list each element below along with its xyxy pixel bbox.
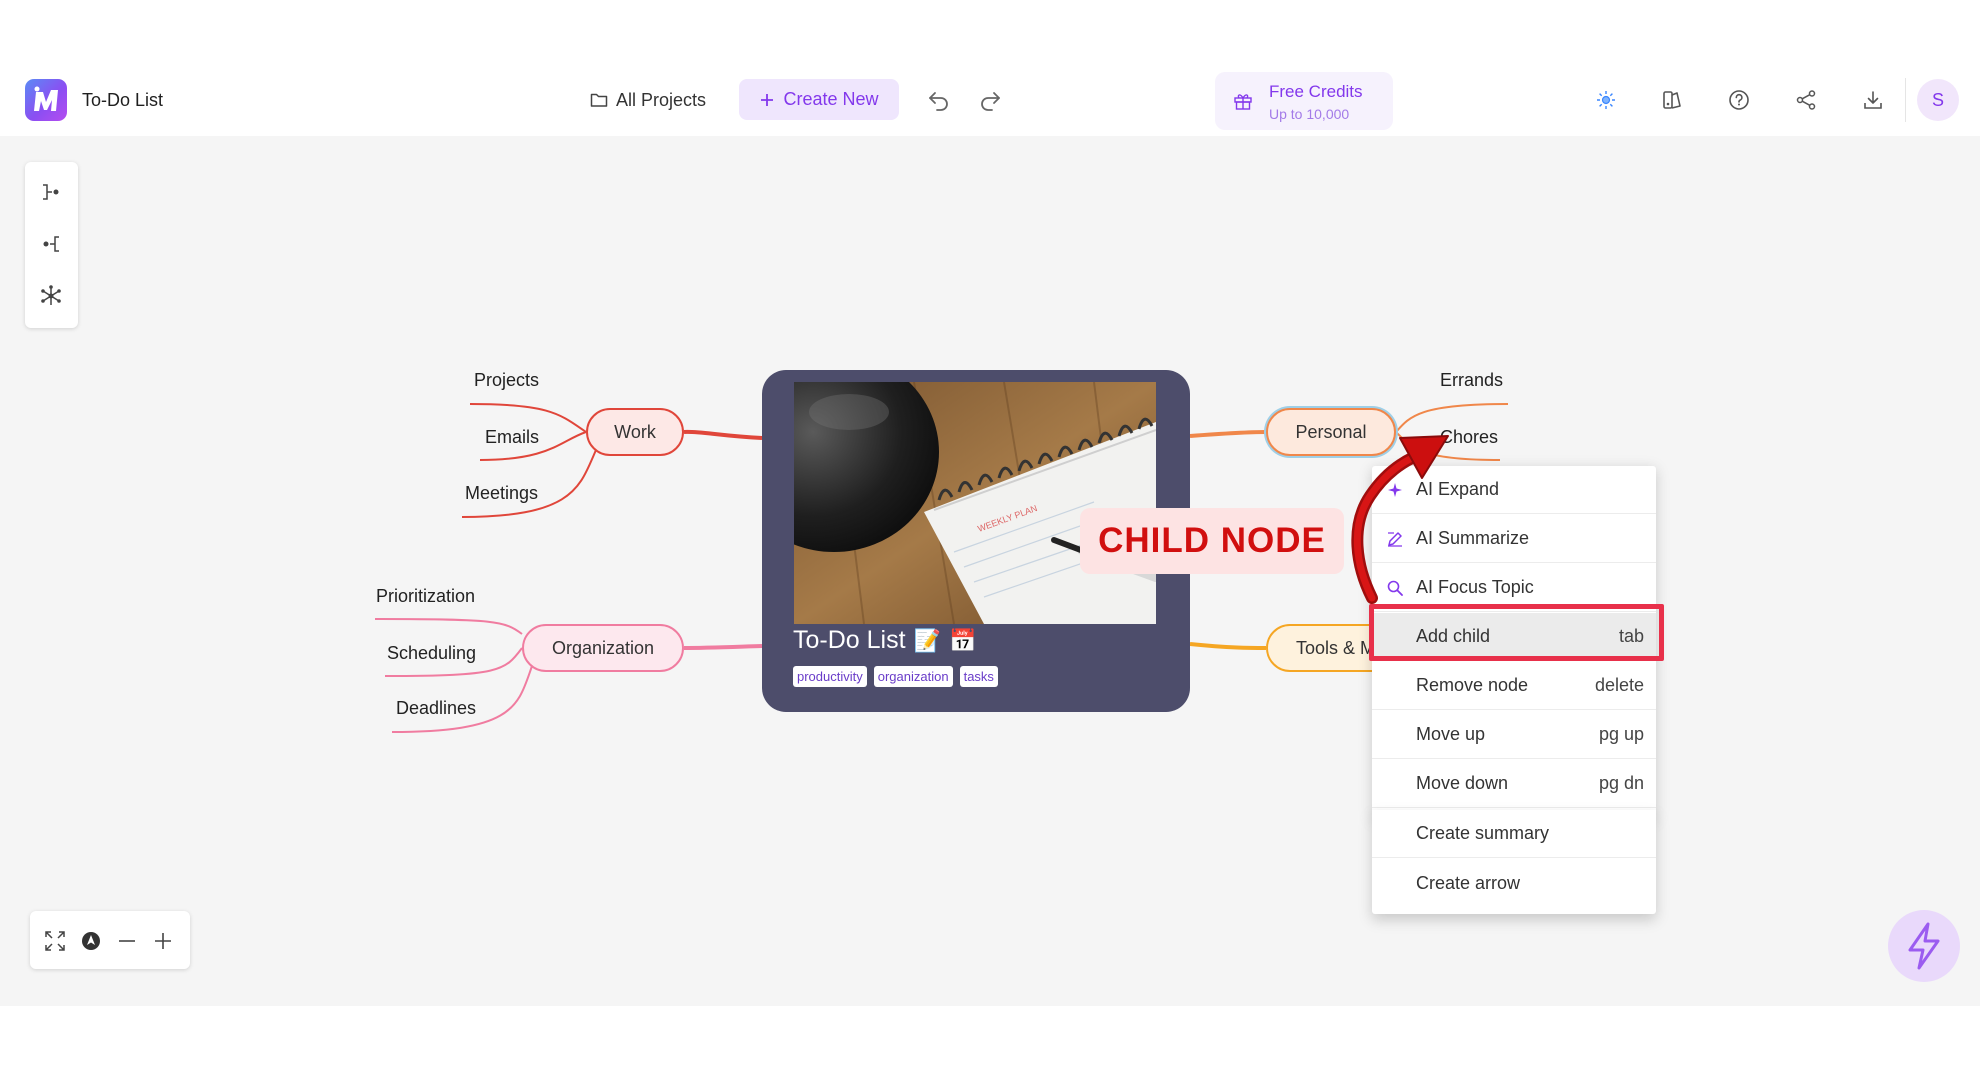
leaf-node-projects[interactable]: Projects (474, 370, 539, 391)
fullscreen-icon[interactable] (42, 928, 68, 954)
help-button[interactable] (1725, 86, 1753, 114)
layout-right-icon[interactable] (38, 179, 64, 205)
menu-item-move-up[interactable]: Move up pg up (1372, 711, 1656, 759)
annotation-arrow (1351, 435, 1449, 604)
desk-notebook-photo: WEEKLY PLAN (794, 382, 1156, 624)
menu-shortcut: pg dn (1598, 773, 1644, 793)
app-logo[interactable] (25, 79, 67, 121)
central-node-image: WEEKLY PLAN (794, 382, 1156, 624)
line-center-personal (1189, 430, 1267, 438)
plus-icon (761, 93, 774, 106)
leaf-node-scheduling[interactable]: Scheduling (387, 643, 476, 664)
menu-label: Create summary (1416, 823, 1550, 843)
line-center-work (683, 429, 763, 440)
menu-shortcut: delete (1594, 675, 1644, 695)
tag-organization[interactable]: organization (873, 666, 953, 687)
tag-productivity[interactable]: productivity (793, 666, 867, 687)
recenter-icon[interactable] (78, 928, 104, 954)
menu-item-create-summary[interactable]: Create summary (1372, 810, 1656, 858)
gift-icon (1234, 94, 1252, 110)
redo-icon (981, 92, 1000, 111)
lightning-icon (1908, 922, 1940, 970)
central-node-title: To-Do List 📝 📅 (793, 626, 976, 655)
menu-item-move-down[interactable]: Move down pg dn (1372, 760, 1656, 808)
all-projects-button[interactable]: All Projects (590, 80, 706, 120)
create-new-button[interactable]: Create New (739, 79, 899, 120)
help-icon (1729, 90, 1749, 110)
redo-button[interactable] (977, 87, 1003, 113)
sun-icon (1597, 91, 1615, 109)
mindmap-canvas[interactable]: Work Projects Emails Meetings Organizati… (0, 136, 1980, 1006)
create-new-label: Create New (783, 89, 879, 109)
download-icon (1864, 91, 1882, 109)
ai-assist-button[interactable] (1888, 910, 1960, 982)
tag-tasks[interactable]: tasks (959, 666, 998, 687)
theme-toggle-button[interactable] (1592, 86, 1620, 114)
menu-label: Move down (1416, 773, 1509, 793)
folder-icon (590, 93, 608, 107)
branch-node-organization[interactable]: Organization (522, 624, 684, 672)
line-center-organization (683, 644, 763, 650)
top-header: To-Do List All Projects Create New Free … (0, 58, 1980, 138)
credits-subtitle: Up to 10,000 (1269, 106, 1350, 122)
line-center-tools (1189, 642, 1267, 650)
share-button[interactable] (1792, 86, 1820, 114)
undo-button[interactable] (926, 87, 952, 113)
logo-m-icon (34, 86, 58, 111)
child-node-callout: CHILD NODE (1080, 508, 1344, 574)
zoom-controls (30, 911, 190, 969)
credits-title: Free Credits (1269, 82, 1363, 101)
branch-node-work[interactable]: Work (586, 408, 684, 456)
palette-icon (1663, 91, 1681, 109)
layout-left-icon[interactable] (38, 231, 64, 257)
share-icon (1796, 90, 1816, 110)
memo-emoji: 📝 (913, 627, 941, 653)
zoom-in-icon[interactable] (150, 928, 176, 954)
style-button[interactable] (1658, 86, 1686, 114)
free-credits-button[interactable]: Free Credits Up to 10,000 (1215, 72, 1393, 130)
download-button[interactable] (1859, 86, 1887, 114)
central-node-tags: productivity organization tasks (793, 666, 998, 687)
leaf-node-emails[interactable]: Emails (485, 427, 539, 448)
menu-item-remove-node[interactable]: Remove node delete (1372, 662, 1656, 710)
context-menu-lower: Create summary Create arrow (1372, 810, 1656, 914)
leaf-node-prioritization[interactable]: Prioritization (376, 586, 475, 607)
menu-label: Move up (1416, 724, 1486, 744)
user-avatar[interactable]: S (1917, 79, 1959, 121)
all-projects-label: All Projects (616, 89, 707, 110)
line-org-prioritization (374, 618, 523, 635)
menu-label: Remove node (1416, 675, 1529, 695)
undo-icon (929, 92, 948, 111)
central-title-text: To-Do List (793, 626, 906, 654)
document-title[interactable]: To-Do List (82, 90, 163, 111)
header-divider (1905, 78, 1906, 122)
calendar-emoji: 📅 (948, 627, 977, 653)
zoom-out-icon[interactable] (114, 928, 140, 954)
layout-radial-icon[interactable] (38, 283, 64, 309)
leaf-node-errands[interactable]: Errands (1440, 370, 1503, 391)
leaf-node-deadlines[interactable]: Deadlines (396, 698, 476, 719)
menu-label: Create arrow (1416, 872, 1521, 893)
menu-shortcut: pg up (1598, 724, 1644, 744)
layout-toolbar (25, 162, 78, 328)
leaf-node-meetings[interactable]: Meetings (465, 483, 538, 504)
menu-item-create-arrow[interactable]: Create arrow (1372, 859, 1656, 907)
